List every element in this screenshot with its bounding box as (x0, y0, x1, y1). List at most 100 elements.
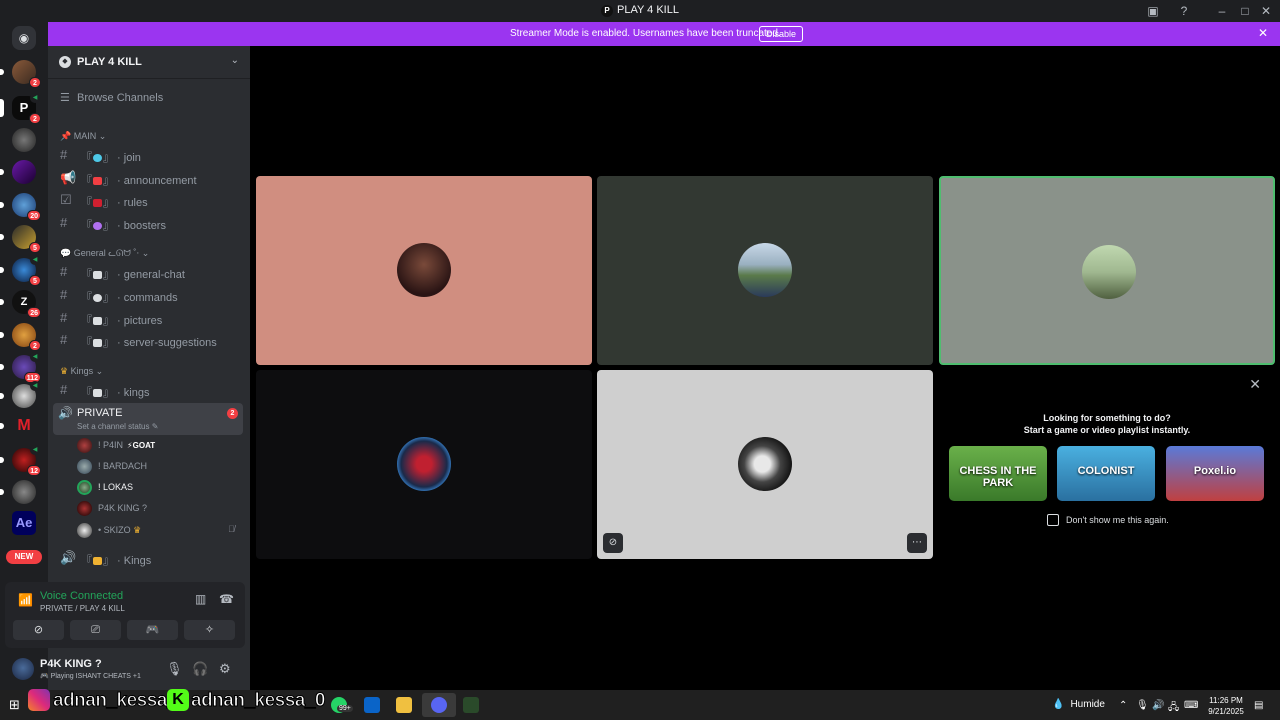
weather-widget[interactable]: 💧 Humide (1052, 699, 1105, 710)
game-card-colonist[interactable]: COLONIST (1057, 446, 1155, 501)
headphones-icon[interactable]: 🎧 (192, 661, 208, 677)
hash-icon: # (60, 310, 68, 325)
discord-home-icon[interactable]: ◉ (12, 26, 36, 50)
channel-kings[interactable]: # 『』 · kings (56, 380, 244, 400)
voice-connected-subtitle[interactable]: PRIVATE / PLAY 4 KILL (40, 604, 125, 613)
hash-icon: # (60, 264, 68, 279)
category-general[interactable]: 💬 General ᓚᘏᗢ ˚‧ ⌄ (60, 248, 149, 259)
channel-status[interactable]: Set a channel status ✎ (77, 422, 158, 431)
notifications-icon[interactable]: ▤ (1254, 700, 1263, 711)
server-icon[interactable]: 20 (0, 193, 41, 221)
more-options-icon[interactable]: ⋯ (907, 533, 927, 553)
whatsapp-icon[interactable]: 99+ (331, 697, 353, 713)
camera-off-button[interactable]: ⊘ (13, 620, 64, 640)
participant-avatar (1082, 245, 1136, 299)
close-icon[interactable]: ✕ (1249, 376, 1261, 393)
rules-icon: ☑ (60, 192, 72, 207)
category-main[interactable]: 📌 MAIN ⌄ (60, 131, 106, 142)
video-tile[interactable]: ⊘ ⋯ (597, 370, 933, 559)
dont-show-checkbox[interactable] (1047, 514, 1059, 526)
avatar (77, 480, 92, 495)
channel-announcement[interactable]: 📢 『』 · announcement (56, 168, 244, 188)
server-icon[interactable]: Z 26 (0, 290, 41, 318)
user-avatar[interactable] (12, 658, 34, 680)
chevron-down-icon[interactable]: ⌄ (231, 55, 239, 66)
server-icon[interactable]: 5 (0, 225, 41, 253)
server-header[interactable]: ◆ PLAY 4 KILL ⌄ (48, 46, 250, 79)
browse-channels[interactable]: ☰ Browse Channels (60, 91, 163, 104)
disable-streamer-mode-button[interactable]: Disable (759, 26, 803, 42)
voice-connected-title[interactable]: Voice Connected (40, 590, 123, 602)
chevron-up-icon[interactable]: ⌃ (1119, 700, 1127, 711)
close-banner-icon[interactable]: ✕ (1258, 26, 1268, 40)
windows-start-icon[interactable]: ⊞ (9, 697, 25, 713)
game-card-poxel[interactable]: Poxel.io (1166, 446, 1264, 501)
server-icon[interactable]: ◀ 112 (0, 352, 41, 383)
category-kings[interactable]: ♛ Kings ⌄ (60, 366, 103, 377)
taskbar-clock[interactable]: 11:26 PM 9/21/2025 (1203, 695, 1249, 717)
noise-suppression-icon[interactable]: ▥ (195, 592, 206, 606)
app-taskbar-icon[interactable] (463, 697, 479, 713)
new-badge[interactable]: NEW (6, 550, 42, 564)
server-icon[interactable]: 2 (0, 60, 41, 88)
channel-rules[interactable]: ☑ 『』 · rules (56, 190, 244, 210)
voice-connected-panel: 📶 Voice Connected PRIVATE / PLAY 4 KILL … (5, 582, 245, 648)
voice-channel-kings[interactable]: 🔊 『』 · Kings (56, 548, 244, 568)
crown-icon: ♛ (60, 366, 69, 376)
voice-channel-private[interactable]: 🔊 PRIVATE Set a channel status ✎ 2 (53, 403, 243, 435)
channel-server-suggestions[interactable]: # 『』 · server-suggestions (56, 330, 244, 350)
channel-pictures[interactable]: # 『』 · pictures (56, 308, 244, 328)
list-icon: ☰ (60, 92, 70, 104)
user-name[interactable]: P4K KING ? (40, 658, 102, 670)
megaphone-icon: 📢 (60, 170, 77, 185)
inbox-icon[interactable]: ▣ (1145, 3, 1161, 19)
dont-show-label[interactable]: Don't show me this again. (1066, 515, 1169, 525)
muted-icon[interactable]: ⊘ (603, 533, 623, 553)
file-explorer-icon[interactable] (396, 697, 412, 713)
video-tile[interactable] (256, 176, 592, 365)
game-card-chess[interactable]: CHESS IN THE PARK (949, 446, 1047, 501)
screen-share-button[interactable]: ⎚ (70, 620, 121, 640)
channel-boosters[interactable]: # 『』 · boosters (56, 213, 244, 233)
activity-suggestion: ✕ Looking for something to do? Start a g… (939, 370, 1275, 559)
server-icon[interactable]: 2 (0, 323, 41, 351)
settings-gear-icon[interactable]: ⚙ (219, 661, 231, 677)
after-effects-server-icon[interactable]: Ae (12, 511, 36, 535)
microphone-icon[interactable]: 🎙 (166, 661, 183, 677)
server-icon[interactable] (0, 480, 36, 504)
server-icon[interactable] (12, 128, 36, 152)
activities-button[interactable]: 🎮 (127, 620, 178, 640)
avatar (77, 438, 92, 453)
hash-icon: # (60, 147, 68, 162)
minimize-icon[interactable]: – (1214, 3, 1230, 19)
server-icon[interactable]: ◀ 5 (0, 255, 41, 286)
signal-icon[interactable]: 📶 (18, 593, 33, 607)
maximize-icon[interactable]: □ (1237, 3, 1253, 19)
close-window-icon[interactable]: ✕ (1258, 3, 1274, 19)
play4kill-server-icon[interactable]: P ◀ 2 (0, 93, 41, 124)
server-icon[interactable] (0, 160, 36, 184)
channel-general-chat[interactable]: # 『』 · general-chat (56, 262, 244, 282)
disconnect-icon[interactable]: ☎ (219, 592, 234, 606)
outlook-icon[interactable] (364, 697, 380, 713)
speaker-icon: 🔊 (58, 406, 73, 420)
help-icon[interactable]: ? (1176, 3, 1192, 19)
video-tile[interactable] (256, 370, 592, 559)
channel-join[interactable]: # 『』 · join (56, 145, 244, 165)
discord-taskbar-icon[interactable] (422, 693, 456, 717)
server-icon[interactable]: ◀ (0, 381, 40, 408)
microphone-tray-icon[interactable]: 🎙 (1136, 700, 1149, 711)
network-icon[interactable]: 🖧 (1168, 700, 1179, 717)
keyboard-icon[interactable]: ⌨ (1184, 700, 1198, 711)
instagram-icon (28, 689, 50, 711)
soundboard-button[interactable]: ✧ (184, 620, 235, 640)
server-icon[interactable]: ◀ 12 (0, 445, 41, 476)
channel-commands[interactable]: # 『』 · commands (56, 285, 244, 305)
video-tile[interactable] (597, 176, 933, 365)
volume-icon[interactable]: 🔊 (1152, 700, 1164, 711)
voice-user[interactable]: • SKIZO ♛ 🎙̸ (77, 522, 242, 540)
discord-window: P PLAY 4 KILL ▣ ? – □ ✕ ◉ 2 P ◀ 2 20 5 ◀ 5 Z… (0, 0, 1280, 720)
server-icon[interactable]: M (0, 414, 36, 438)
video-tile-speaking[interactable] (939, 176, 1275, 365)
participant-avatar (738, 437, 792, 491)
